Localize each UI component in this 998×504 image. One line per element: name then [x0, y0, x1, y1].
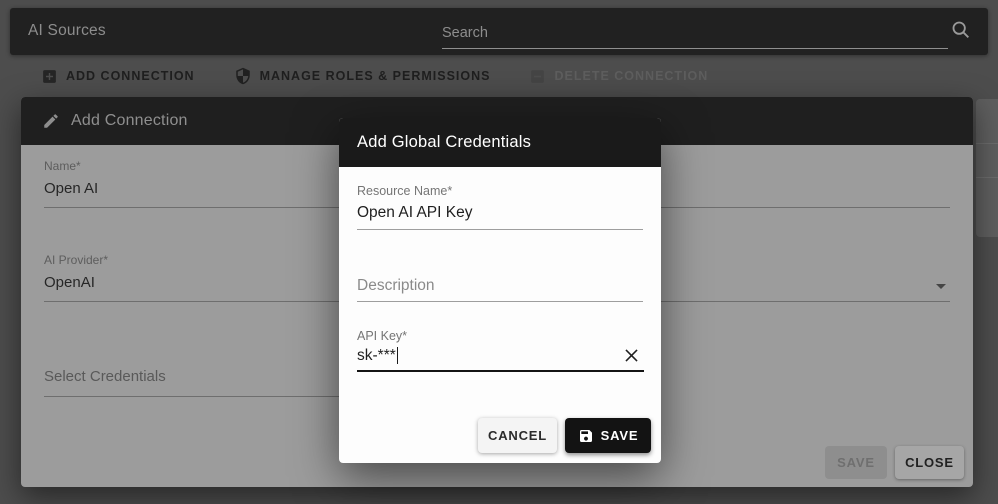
modal-header: Add Global Credentials — [339, 118, 661, 167]
add-global-credentials-modal: Add Global Credentials Resource Name* Op… — [339, 118, 661, 463]
name-field-value: Open AI — [44, 180, 99, 197]
api-key-value: sk-*** — [357, 347, 399, 365]
add-connection-button[interactable]: ADD CONNECTION — [41, 68, 195, 85]
description-underline — [357, 301, 643, 302]
edit-pencil-icon — [44, 114, 58, 128]
floppy-save-icon — [579, 429, 592, 442]
background-table-edge — [976, 99, 998, 237]
manage-roles-button[interactable]: MANAGE ROLES & PERMISSIONS — [234, 67, 491, 85]
minus-box-icon — [531, 69, 545, 83]
search-placeholder: Search — [442, 25, 488, 41]
manage-roles-label: MANAGE ROLES & PERMISSIONS — [259, 69, 491, 83]
table-row-divider — [976, 177, 998, 178]
table-row-divider — [976, 143, 998, 144]
resource-name-value: Open AI API Key — [357, 204, 473, 221]
delete-connection-label: DELETE CONNECTION — [554, 69, 709, 83]
name-field-label: Name* — [44, 159, 81, 173]
resource-name-label: Resource Name* — [357, 184, 453, 198]
delete-connection-button[interactable]: DELETE CONNECTION — [529, 68, 708, 85]
text-cursor — [396, 347, 399, 364]
ai-provider-value: OpenAI — [44, 274, 95, 291]
add-connection-label: ADD CONNECTION — [66, 69, 195, 83]
search-input[interactable]: Search — [442, 17, 948, 49]
save-button-label: SAVE — [600, 428, 639, 443]
dialog-save-button[interactable]: SAVE — [825, 446, 887, 479]
modal-actions: CANCEL SAVE — [478, 418, 651, 453]
toolbar: ADD CONNECTION MANAGE ROLES & PERMISSION… — [0, 55, 998, 97]
page-title: AI Sources — [28, 22, 106, 39]
chevron-down-icon — [936, 284, 946, 289]
clear-input-icon[interactable] — [622, 346, 641, 365]
ai-provider-label: AI Provider* — [44, 253, 109, 267]
plus-box-icon — [43, 69, 56, 83]
dialog-close-button[interactable]: CLOSE — [895, 446, 964, 479]
dialog-title: Add Connection — [71, 112, 188, 129]
cancel-button[interactable]: CANCEL — [478, 418, 557, 453]
search-icon[interactable] — [950, 19, 972, 41]
save-button[interactable]: SAVE — [565, 418, 651, 453]
description-placeholder: Description — [357, 277, 435, 294]
app-bar: AI Sources Search — [10, 8, 988, 55]
select-credentials-placeholder: Select Credentials — [44, 368, 166, 385]
dialog-actions: SAVE CLOSE — [825, 446, 964, 479]
resource-name-underline — [357, 229, 643, 230]
api-key-label: API Key* — [357, 329, 408, 343]
modal-title: Add Global Credentials — [357, 133, 532, 151]
shield-icon — [235, 67, 250, 85]
api-key-underline-focused — [357, 370, 644, 372]
